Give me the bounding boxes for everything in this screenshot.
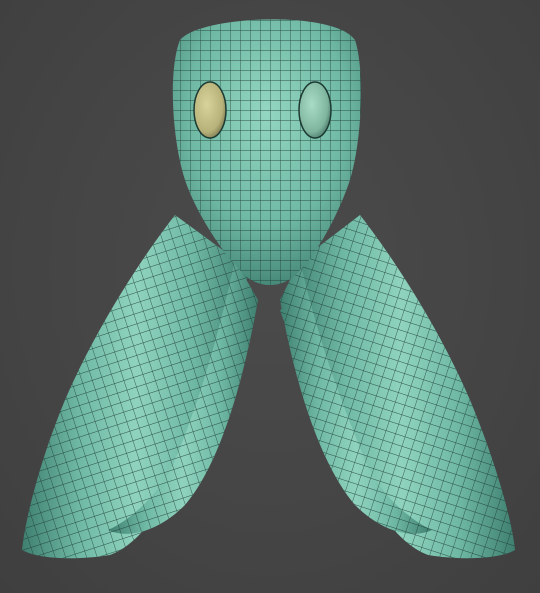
3d-viewport[interactable]	[0, 0, 540, 593]
octopus-mesh[interactable]	[0, 0, 540, 593]
right-eye	[298, 81, 332, 139]
left-eye	[193, 81, 227, 139]
